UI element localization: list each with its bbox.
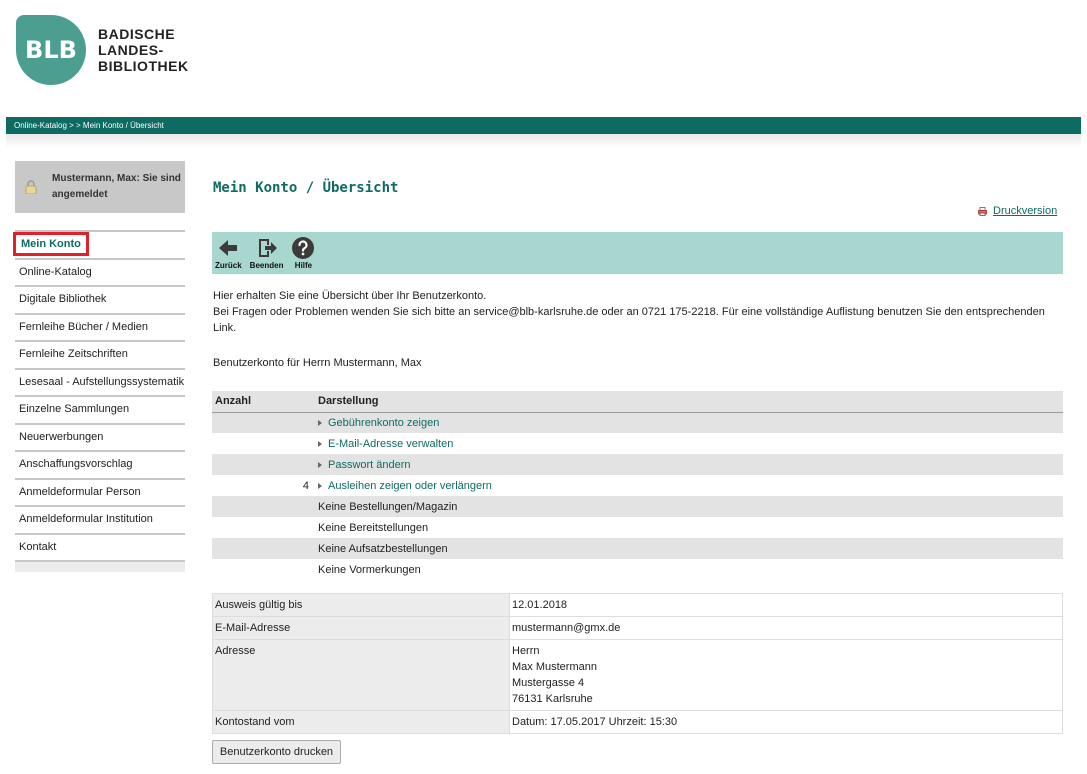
table-row: Keine Aufsatzbestellungen	[212, 538, 1063, 559]
overview-table: Anzahl Darstellung Gebührenkonto zeigen …	[212, 391, 1063, 580]
exit-icon	[258, 239, 277, 257]
help-icon	[292, 237, 315, 259]
sidebar-filler	[15, 562, 185, 572]
help-button[interactable]: Hilfe	[291, 236, 315, 274]
user-status-text: Mustermann, Max: Sie sind angemeldet	[52, 173, 181, 200]
print-version-link[interactable]: Druckversion	[978, 205, 1057, 217]
sidebar-item-kontakt[interactable]: Kontakt	[15, 534, 185, 562]
table-row: Gebührenkonto zeigen	[212, 412, 1063, 433]
user-status-box: Mustermann, Max: Sie sind angemeldet	[15, 161, 185, 213]
address-line: 76131 Karlsruhe	[512, 693, 593, 705]
table-row: Keine Bereitstellungen	[212, 517, 1063, 538]
intro-line: Hier erhalten Sie eine Übersicht über Ih…	[213, 290, 487, 302]
display-cell: Keine Bereitstellungen	[318, 521, 429, 534]
loans-link[interactable]: Ausleihen zeigen oder verlängern	[328, 480, 492, 492]
sidebar-item-label: Mein Konto	[13, 232, 89, 256]
display-cell: E-Mail-Adresse verwalten	[315, 433, 1063, 454]
table-header-row: Anzahl Darstellung	[212, 391, 1063, 413]
change-password-link[interactable]: Passwort ändern	[328, 459, 411, 471]
detail-value: 12.01.2018	[509, 593, 1063, 617]
triangle-right-icon	[318, 461, 322, 468]
triangle-right-icon	[318, 482, 322, 489]
logo-text: BADISCHE LANDES- BIBLIOTHEK	[98, 26, 189, 74]
triangle-right-icon	[318, 419, 322, 426]
back-label: Zurück	[215, 261, 242, 270]
count-cell	[212, 538, 315, 559]
display-cell: Passwort ändern	[315, 454, 1063, 475]
table-row: Passwort ändern	[212, 454, 1063, 475]
detail-value: Datum: 17.05.2017 Uhrzeit: 15:30	[509, 710, 1063, 734]
help-label: Hilfe	[294, 261, 313, 270]
logo-line: LANDES-	[98, 42, 164, 58]
logo-line: BADISCHE	[98, 26, 176, 42]
sidebar-item-fernleihe-buecher[interactable]: Fernleihe Bücher / Medien	[15, 314, 185, 342]
count-cell	[212, 454, 315, 475]
detail-value: Herrn Max Mustermann Mustergasse 4 76131…	[509, 639, 1063, 711]
count-cell: 4	[302, 479, 309, 492]
detail-value: mustermann@gmx.de	[509, 616, 1063, 640]
count-cell	[212, 433, 315, 454]
print-account-button[interactable]: Benutzerkonto drucken	[212, 740, 341, 764]
count-cell	[212, 517, 315, 538]
table-row: E-Mail-Adresse verwalten	[212, 433, 1063, 454]
email-manage-link[interactable]: E-Mail-Adresse verwalten	[328, 438, 453, 450]
printer-icon	[978, 206, 987, 216]
fees-link[interactable]: Gebührenkonto zeigen	[328, 417, 439, 429]
address-line: Mustergasse 4	[512, 677, 585, 689]
table-row: Ausweis gültig bis 12.01.2018	[212, 593, 1063, 617]
quit-button[interactable]: Beenden	[249, 236, 284, 274]
table-row: Adresse Herrn Max Mustermann Mustergasse…	[212, 639, 1063, 711]
column-header-count: Anzahl	[212, 391, 315, 413]
table-row: Keine Vormerkungen	[212, 559, 1063, 580]
sidebar-item-einzelne-sammlungen[interactable]: Einzelne Sammlungen	[15, 397, 185, 425]
quit-label: Beenden	[249, 261, 284, 270]
breadcrumb[interactable]: Online-Katalog > > Mein Konto / Übersich…	[6, 117, 1081, 134]
table-row: 4 Ausleihen zeigen oder verlängern	[212, 475, 1063, 496]
count-cell	[212, 412, 315, 433]
triangle-right-icon	[318, 440, 322, 447]
sidebar-item-lesesaal[interactable]: Lesesaal - Aufstellungssystematik	[15, 369, 185, 397]
display-cell: Keine Bestellungen/Magazin	[315, 496, 1063, 517]
detail-label: E-Mail-Adresse	[212, 616, 510, 640]
display-cell: Keine Aufsatzbestellungen	[315, 538, 1063, 559]
account-owner-text: Benutzerkonto für Herrn Mustermann, Max	[213, 357, 422, 369]
sidebar-item-anschaffungsvorschlag[interactable]: Anschaffungsvorschlag	[15, 452, 185, 480]
display-cell: Keine Vormerkungen	[318, 563, 421, 576]
address-line: Max Mustermann	[512, 661, 597, 673]
intro-text: Hier erhalten Sie eine Übersicht über Ih…	[213, 288, 1053, 336]
table-row: Kontostand vom Datum: 17.05.2017 Uhrzeit…	[212, 710, 1063, 734]
count-cell	[212, 559, 315, 580]
detail-label: Adresse	[212, 639, 510, 711]
back-button[interactable]: Zurück	[215, 236, 242, 274]
intro-line: Bei Fragen oder Problemen wenden Sie sic…	[213, 306, 1045, 334]
count-cell	[212, 496, 315, 517]
page-title: Mein Konto / Übersicht	[213, 180, 399, 196]
logo-mark: BLB	[16, 15, 86, 85]
column-header-display: Darstellung	[315, 391, 1063, 413]
logo[interactable]: BLB BADISCHE LANDES- BIBLIOTHEK	[16, 15, 189, 85]
arrow-left-icon	[219, 240, 238, 256]
display-cell: Gebührenkonto zeigen	[315, 412, 1063, 433]
sidebar-item-online-katalog[interactable]: Online-Katalog	[15, 259, 185, 287]
sidebar-item-anmeldeformular-person[interactable]: Anmeldeformular Person	[15, 479, 185, 507]
sidebar-item-anmeldeformular-institution[interactable]: Anmeldeformular Institution	[15, 507, 185, 535]
sidebar-nav: Mein Konto Online-Katalog Digitale Bibli…	[13, 230, 185, 572]
table-row: Keine Bestellungen/Magazin	[212, 496, 1063, 517]
logo-line: BIBLIOTHEK	[98, 58, 189, 74]
sidebar-item-neuerwerbungen[interactable]: Neuerwerbungen	[15, 424, 185, 452]
sidebar-item-fernleihe-zeitschriften[interactable]: Fernleihe Zeitschriften	[15, 342, 185, 370]
table-row: E-Mail-Adresse mustermann@gmx.de	[212, 616, 1063, 640]
detail-label: Kontostand vom	[212, 710, 510, 734]
toolbar: Zurück Beenden Hilfe	[212, 232, 1063, 274]
address-line: Herrn	[512, 645, 540, 657]
header-shadow	[6, 134, 1081, 148]
account-details-table: Ausweis gültig bis 12.01.2018 E-Mail-Adr…	[212, 593, 1063, 734]
lock-icon	[25, 180, 37, 194]
sidebar-item-mein-konto[interactable]: Mein Konto	[13, 232, 185, 260]
display-cell: Ausleihen zeigen oder verlängern	[315, 475, 1063, 496]
sidebar-item-digitale-bibliothek[interactable]: Digitale Bibliothek	[15, 287, 185, 315]
print-version-label: Druckversion	[993, 205, 1058, 217]
detail-label: Ausweis gültig bis	[212, 593, 510, 617]
